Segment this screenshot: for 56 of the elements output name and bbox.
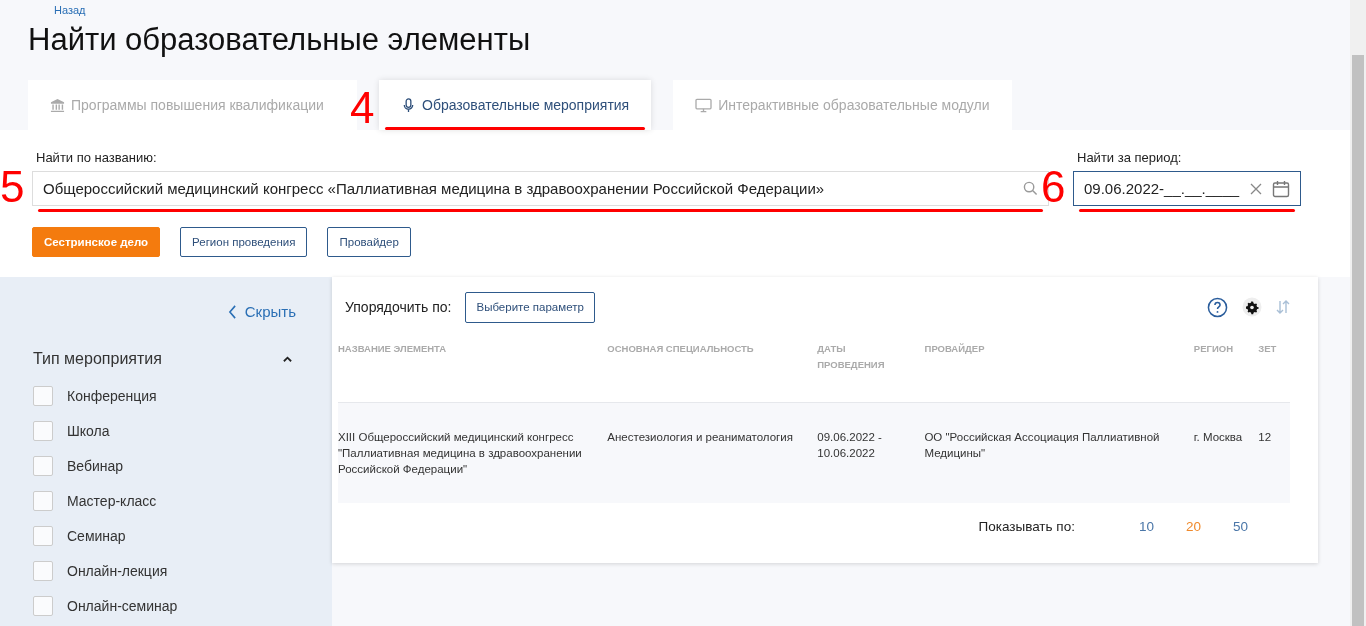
monitor-icon xyxy=(695,97,713,113)
checkbox[interactable] xyxy=(33,385,53,406)
calendar-icon[interactable] xyxy=(1272,179,1290,198)
column-header: ОСНОВНАЯ СПЕЦИАЛЬНОСТЬ xyxy=(607,342,755,356)
checkbox-label: Школа xyxy=(67,422,110,439)
date-range-field[interactable]: 09.06.2022-__.__.____ xyxy=(1073,171,1301,206)
column-header: РЕГИОН xyxy=(1193,342,1234,356)
table-cell-text: г. Москва xyxy=(1193,430,1244,445)
filter-button[interactable]: Регион проведения xyxy=(180,227,308,257)
table-cell-text: 12 xyxy=(1258,430,1273,445)
help-icon[interactable] xyxy=(1207,296,1228,318)
hide-sidebar-link[interactable]: Скрыть xyxy=(33,303,296,320)
table-cell-text: Анестезиология и реаниматология xyxy=(607,430,794,445)
checkbox-label: Мастер-класс xyxy=(67,492,157,509)
page-size-option[interactable]: 50 xyxy=(1232,518,1248,534)
scrollbar[interactable] xyxy=(1350,0,1366,626)
chevron-left-icon xyxy=(227,304,237,319)
page-size-label: Показывать по: xyxy=(978,518,1075,534)
sort-arrows-icon[interactable] xyxy=(1276,300,1290,314)
field-label: Найти по названию: xyxy=(35,150,158,165)
microphone-icon xyxy=(401,97,416,113)
checkbox-label: Конференция xyxy=(67,387,157,404)
filter-button[interactable]: Провайдер xyxy=(327,227,411,257)
table-cell-text: XIII Общероссийский медицинский конгресс "Паллиативная медицина в здравоохранении Российской Федерации" xyxy=(338,430,583,477)
checkbox-label: Вебинар xyxy=(67,457,124,474)
checkbox[interactable] xyxy=(33,595,53,616)
column-header: ПРОВАЙДЕР xyxy=(924,342,986,356)
close-icon[interactable] xyxy=(1250,182,1262,195)
tab[interactable]: Образовательные мероприятия xyxy=(379,80,652,130)
table-cell-text: ОО "Российская Ассоциация Паллиативной Медицины" xyxy=(924,430,1161,461)
column-header: НАЗВАНИЕ ЭЛЕМЕНТА xyxy=(338,342,448,356)
checkbox-label: Семинар xyxy=(67,527,126,544)
checkbox[interactable] xyxy=(33,420,53,441)
page-title: Найти образовательные элементы xyxy=(28,21,532,59)
sort-label: Упорядочить по: xyxy=(345,299,452,315)
filter-button[interactable]: Сестринское дело xyxy=(32,227,161,257)
section-title: Тип мероприятия xyxy=(33,350,162,368)
sort-select-button[interactable]: Выберите параметр xyxy=(465,291,595,323)
checkbox[interactable] xyxy=(33,525,53,546)
table-cell-text: 09.06.2022 - 10.06.2022 xyxy=(817,430,883,461)
checkbox[interactable] xyxy=(33,490,53,511)
page-size-option[interactable]: 20 xyxy=(1185,518,1201,534)
column-header: ДАТЫ ПРОВЕДЕНИЯ xyxy=(817,342,886,372)
checkbox[interactable] xyxy=(33,455,53,476)
field-label: Найти за период: xyxy=(1076,150,1183,165)
settings-icon[interactable] xyxy=(1242,297,1262,317)
back-link[interactable]: Назад xyxy=(54,4,86,17)
checkbox-label: Онлайн-лекция xyxy=(67,562,168,579)
page-size-option[interactable]: 10 xyxy=(1138,518,1154,534)
bank-icon xyxy=(50,97,65,113)
column-header: ЗЕТ xyxy=(1258,342,1278,356)
annotation-number: 5 xyxy=(0,165,25,209)
search-icon xyxy=(1023,181,1038,196)
checkbox-label: Онлайн-семинар xyxy=(67,597,178,614)
caret-icon[interactable] xyxy=(283,356,292,362)
checkbox[interactable] xyxy=(33,560,53,581)
